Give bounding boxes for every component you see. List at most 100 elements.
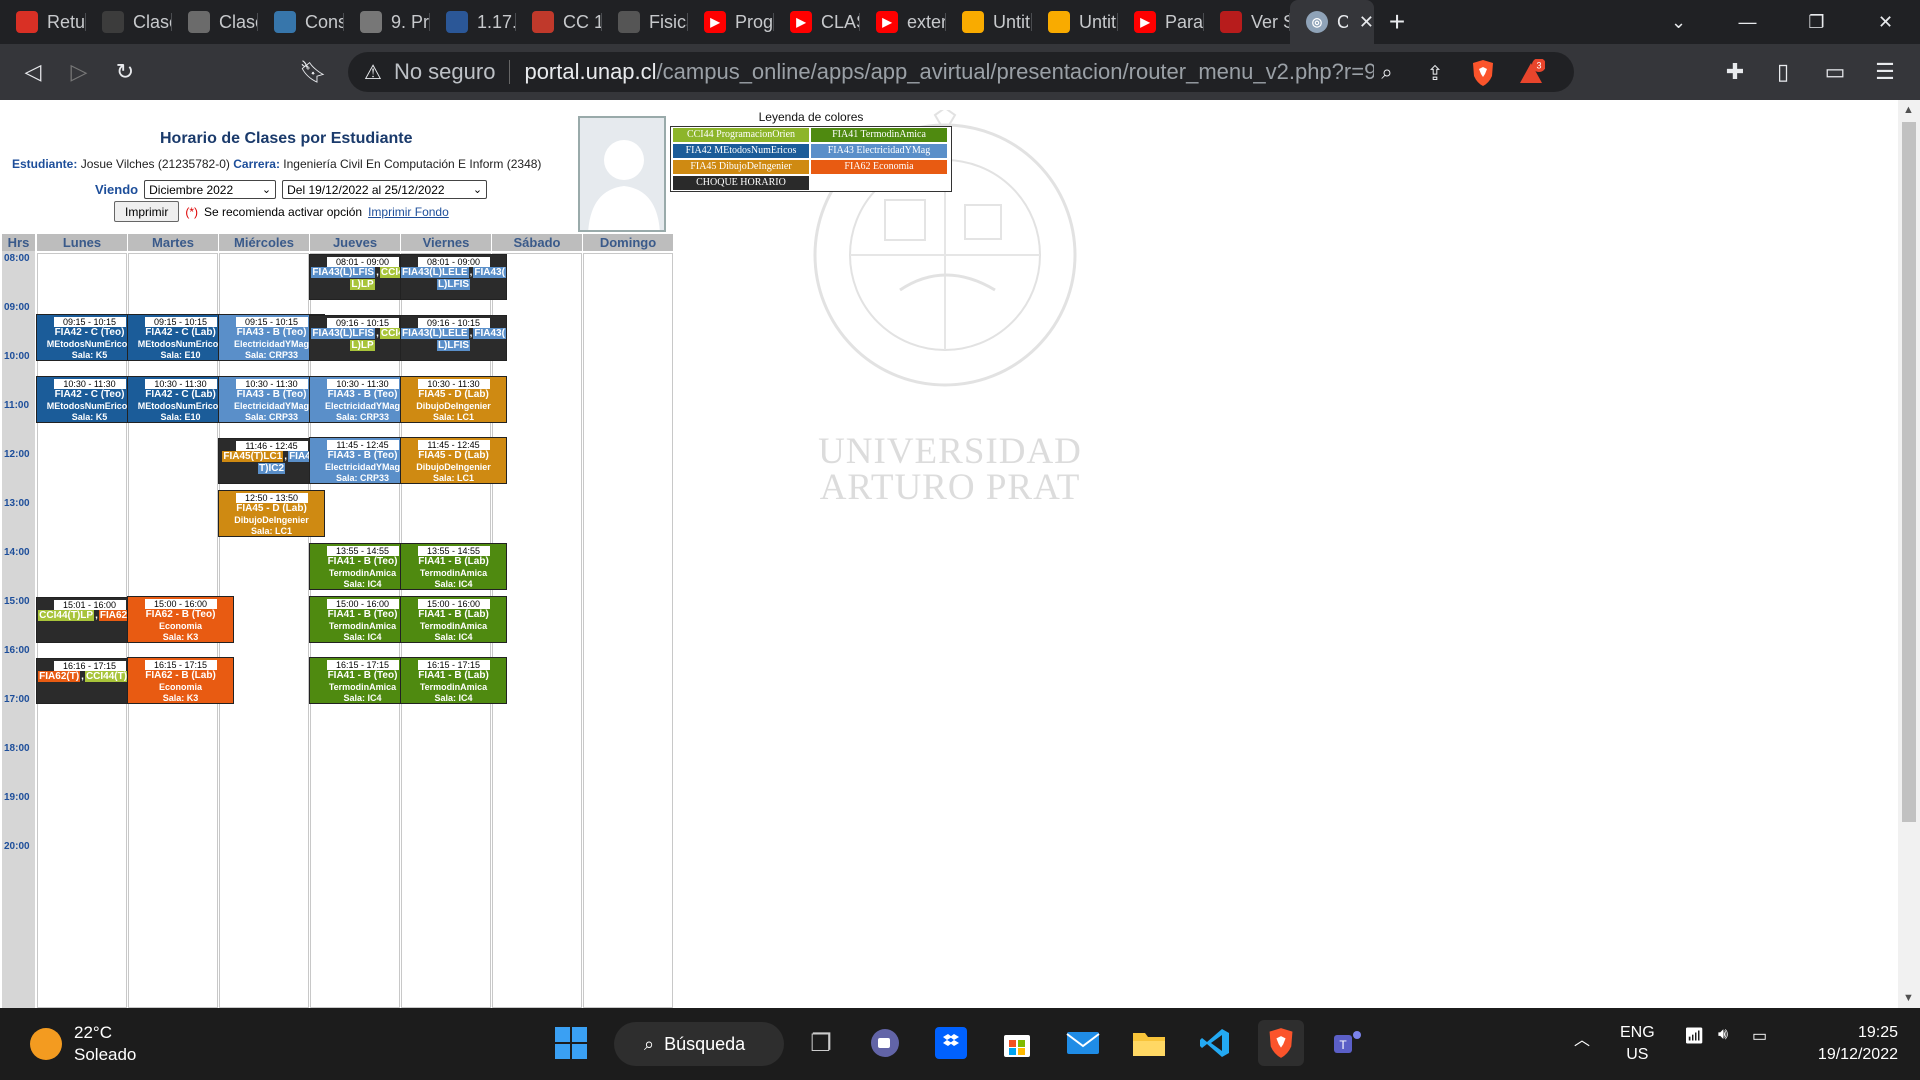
tab-4[interactable]: 9. Pr (344, 0, 430, 44)
tab-7[interactable]: Fisica (602, 0, 688, 44)
tab-5[interactable]: 1.17. (430, 0, 516, 44)
page-scrollbar[interactable]: ▲ ▼ (1898, 100, 1920, 1008)
web-page: UNIVERSIDAD ARTURO PRAT Horario de Clase… (0, 100, 1920, 1008)
bookmark-icon[interactable]: 🔖︎ (290, 52, 336, 92)
scroll-down-icon[interactable]: ▼ (1903, 992, 1914, 1004)
teams-icon[interactable]: T (1324, 1020, 1370, 1066)
tab-active[interactable]: ◎ C ✕ (1290, 0, 1374, 44)
url-text[interactable]: portal.unap.cl/campus_online/apps/app_av… (524, 59, 1374, 85)
hour-label: 11:00 (4, 400, 30, 411)
mail-icon[interactable] (1060, 1020, 1106, 1066)
forward-button[interactable]: ▷ (56, 52, 102, 92)
tab-1[interactable]: Clase (86, 0, 172, 44)
schedule-block[interactable]: 11:45 - 12:45 FIA45 - D (Lab) DibujoDeInge… (400, 436, 507, 484)
tab-6[interactable]: CC 1( (516, 0, 602, 44)
start-icon[interactable] (548, 1020, 594, 1066)
hour-label: 10:00 (4, 351, 30, 362)
brave-rewards-icon[interactable]: 3 (1516, 58, 1546, 88)
back-button[interactable]: ◁ (10, 52, 56, 92)
block-time: 10:30 - 11:30 (144, 378, 217, 389)
close-tab-icon[interactable]: ✕ (1359, 12, 1374, 33)
wifi-icon[interactable]: 📶︎ (1684, 1026, 1704, 1046)
schedule-block[interactable]: 16:15 - 17:15 FIA62 - B (Lab) Economia Sala… (127, 657, 234, 705)
schedule-block-conflict[interactable]: 09:16 - 10:15 FIA43(L)LELE, FIA43(L)LFIS (400, 315, 507, 362)
battery-icon[interactable]: ▭ (1752, 1026, 1767, 1046)
scrollbar-thumb[interactable] (1902, 122, 1916, 822)
file-explorer-icon[interactable] (1126, 1020, 1172, 1066)
store-icon[interactable] (994, 1020, 1040, 1066)
schedule-block[interactable]: 15:00 - 16:00 FIA62 - B (Teo) Economia Sala… (127, 596, 234, 643)
weather-widget[interactable]: 22°C Soleado (30, 1022, 136, 1066)
course-code: FIA45 - D (Lab) (418, 449, 489, 461)
minimize-button[interactable]: — (1713, 0, 1782, 44)
tab-2[interactable]: Clase (172, 0, 258, 44)
new-tab-button[interactable]: + (1374, 0, 1420, 44)
conflict-course-code: L)LFIS (436, 278, 471, 290)
tab-search-chevron-icon[interactable]: ⌄ (1644, 0, 1713, 44)
brave-shields-icon[interactable] (1468, 58, 1498, 88)
python-icon (274, 11, 296, 33)
institution-icon (618, 11, 640, 33)
extensions-icon[interactable]: ✚ (1720, 57, 1750, 87)
vscode-icon[interactable] (1192, 1020, 1238, 1066)
tab-title: Parac (1165, 11, 1204, 32)
conflict-course-code: FIA43(L)LELE (401, 266, 469, 278)
schedule-block[interactable]: 15:00 - 16:00 FIA41 - B (Lab) TermodinAmic… (400, 596, 507, 643)
taskbar-search[interactable]: ⌕ Búsqueda (614, 1022, 784, 1066)
restore-button[interactable]: ❐ (1782, 0, 1851, 44)
course-room: Sala: K3 (162, 632, 199, 642)
tab-title: CLAS (821, 11, 860, 32)
close-window-button[interactable]: ✕ (1851, 0, 1920, 44)
red-circle-icon (16, 11, 38, 33)
reload-button[interactable]: ↻ (102, 52, 148, 92)
schedule-block-conflict[interactable]: 08:01 - 09:00 FIA43(L)LELE, FIA43(L)LFIS (400, 253, 507, 300)
block-time: 16:15 - 17:15 (144, 660, 217, 671)
brave-taskbar-icon[interactable] (1258, 1020, 1304, 1066)
dropbox-icon[interactable] (928, 1020, 974, 1066)
tab-3[interactable]: Cons (258, 0, 344, 44)
schedule-block[interactable]: 13:55 - 14:55 FIA41 - B (Lab) TermodinAmic… (400, 542, 507, 590)
tab-11[interactable]: Untit (946, 0, 1032, 44)
scroll-up-icon[interactable]: ▲ (1903, 104, 1914, 116)
insecure-label[interactable]: No seguro (394, 59, 496, 85)
hours-header: Hrs (2, 234, 35, 251)
task-view-icon[interactable]: ❐ (798, 1020, 844, 1066)
warning-icon[interactable]: ⚠ (364, 60, 382, 85)
schedule-block[interactable]: 10:30 - 11:30 FIA45 - D (Lab) DibujoDeInge… (400, 375, 507, 423)
volume-icon[interactable]: 🔊︎ (1718, 1026, 1728, 1044)
system-clock[interactable]: 19:25 19/12/2022 (1818, 1022, 1898, 1066)
tab-10[interactable]: ▶ exter (860, 0, 946, 44)
tab-13[interactable]: ▶ Parac (1118, 0, 1204, 44)
block-time: 12:50 - 13:50 (235, 492, 308, 503)
schedule-block[interactable]: 16:15 - 17:15 FIA41 - B (Lab) TermodinAmic… (400, 657, 507, 705)
course-room: Sala: IC4 (434, 632, 473, 642)
week-select[interactable]: Del 19/12/2022 al 25/12/2022 ⌄ (282, 180, 488, 199)
month-select[interactable]: Diciembre 2022 ⌄ (144, 180, 277, 199)
address-bar[interactable]: ⚠ No seguro portal.unap.cl/campus_online… (348, 52, 1574, 92)
tray-chevron-icon[interactable]: ︿ (1574, 1026, 1590, 1050)
legend-item: FIA62 Economia (811, 160, 947, 174)
language-indicator[interactable]: ENG US (1620, 1022, 1655, 1066)
tab-14[interactable]: Ver S (1204, 0, 1290, 44)
course-code: FIA45 - D (Lab) (236, 502, 307, 514)
tab-12[interactable]: Untit (1032, 0, 1118, 44)
hour-label: 15:00 (4, 596, 30, 607)
tab-0[interactable]: Retu (0, 0, 86, 44)
tab-9[interactable]: ▶ CLAS (774, 0, 860, 44)
chat-icon[interactable] (862, 1020, 908, 1066)
schedule-block[interactable]: 12:50 - 13:50 FIA45 - D (Lab) DibujoDeInge… (218, 489, 325, 537)
tab-8[interactable]: ▶ Prog (688, 0, 774, 44)
wallet-icon[interactable]: ▭ (1820, 57, 1850, 87)
clock-time: 19:25 (1857, 1024, 1898, 1041)
share-icon[interactable]: ⇪ (1422, 60, 1448, 86)
student-value: Josue Vilches (21235782-0) (80, 157, 230, 171)
day-header: Viernes (401, 234, 491, 251)
print-background-link[interactable]: Imprimir Fondo (368, 205, 449, 219)
zoom-search-icon[interactable]: ⌕ (1374, 60, 1400, 86)
course-room: Sala: IC4 (434, 578, 473, 589)
sidebar-icon[interactable]: ▯ (1768, 57, 1798, 87)
legend-grid: CCI44 ProgramacionOrien FIA41 TermodinAmi… (670, 126, 952, 192)
print-button[interactable]: Imprimir (114, 201, 180, 222)
menu-icon[interactable]: ☰ (1870, 57, 1900, 87)
search-label: Búsqueda (664, 1033, 746, 1054)
